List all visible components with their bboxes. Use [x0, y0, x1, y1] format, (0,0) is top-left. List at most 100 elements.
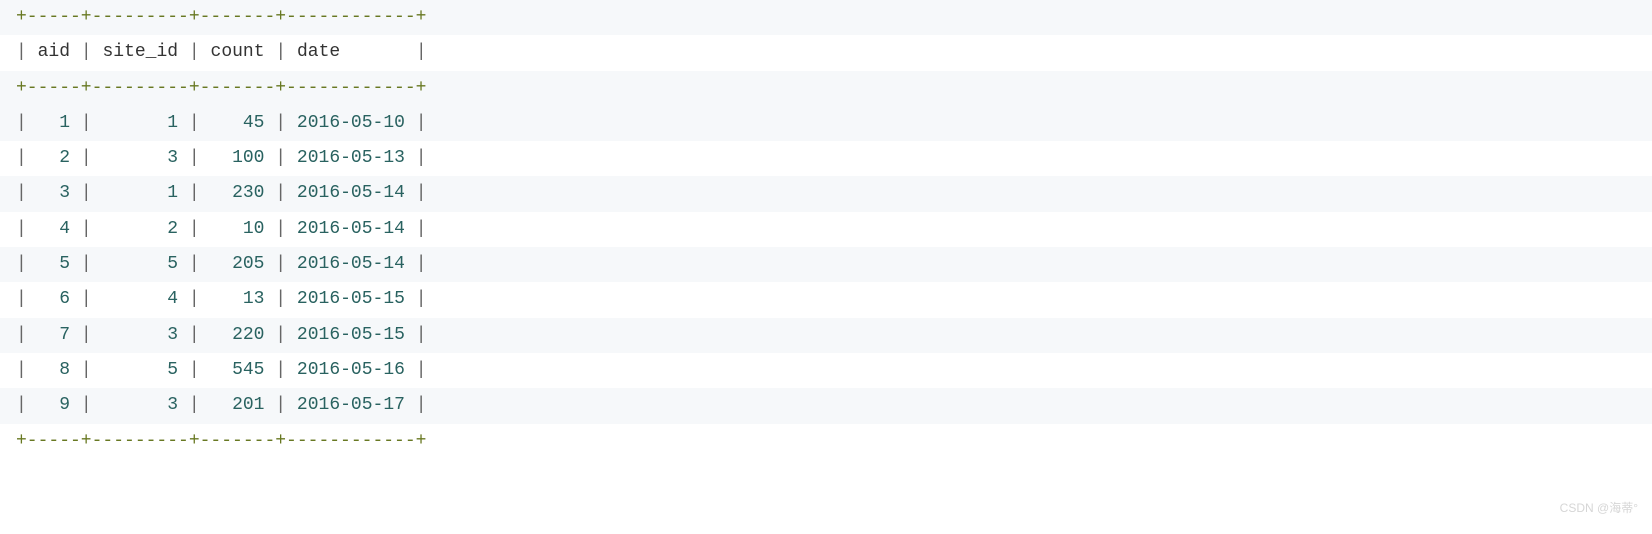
cell-count: 13 — [200, 289, 276, 309]
cell-site-id: 4 — [92, 289, 189, 309]
cell-aid: 8 — [27, 360, 81, 380]
pipe: | — [275, 289, 286, 309]
pipe: | — [275, 113, 286, 133]
cell-aid: 9 — [27, 395, 81, 415]
cell-aid: 2 — [27, 148, 81, 168]
cell-aid: 4 — [27, 219, 81, 239]
border-text: +-----+---------+-------+------------+ — [16, 431, 426, 451]
cell-count: 545 — [200, 360, 276, 380]
pipe: | — [189, 325, 200, 345]
pipe: | — [416, 113, 427, 133]
pipe: | — [81, 254, 92, 274]
table-row: | 5 | 5 | 205 | 2016-05-14 | — [0, 247, 1652, 282]
cell-site-id: 5 — [92, 360, 189, 380]
pipe: | — [189, 219, 200, 239]
cell-count: 201 — [200, 395, 276, 415]
pipe: | — [16, 183, 27, 203]
pipe: | — [16, 360, 27, 380]
pipe: | — [275, 254, 286, 274]
table-border-top: +-----+---------+-------+------------+ — [0, 0, 1652, 35]
pipe: | — [189, 360, 200, 380]
cell-date: 2016-05-14 — [286, 183, 416, 203]
header-count: count — [200, 42, 276, 62]
pipe: | — [275, 360, 286, 380]
pipe: | — [416, 42, 427, 62]
cell-count: 205 — [200, 254, 276, 274]
pipe: | — [16, 113, 27, 133]
cell-site-id: 1 — [92, 113, 189, 133]
cell-count: 45 — [200, 113, 276, 133]
pipe: | — [81, 360, 92, 380]
pipe: | — [81, 395, 92, 415]
pipe: | — [189, 395, 200, 415]
table-row: | 9 | 3 | 201 | 2016-05-17 | — [0, 388, 1652, 423]
cell-site-id: 1 — [92, 183, 189, 203]
table-row: | 6 | 4 | 13 | 2016-05-15 | — [0, 282, 1652, 317]
pipe: | — [189, 289, 200, 309]
cell-date: 2016-05-10 — [286, 113, 416, 133]
cell-count: 230 — [200, 183, 276, 203]
cell-aid: 5 — [27, 254, 81, 274]
cell-date: 2016-05-17 — [286, 395, 416, 415]
pipe: | — [275, 42, 286, 62]
border-text: +-----+---------+-------+------------+ — [16, 78, 426, 98]
pipe: | — [16, 219, 27, 239]
table-row: | 4 | 2 | 10 | 2016-05-14 | — [0, 212, 1652, 247]
pipe: | — [81, 42, 92, 62]
cell-date: 2016-05-15 — [286, 325, 416, 345]
cell-site-id: 3 — [92, 395, 189, 415]
pipe: | — [16, 289, 27, 309]
pipe: | — [81, 183, 92, 203]
pipe: | — [81, 325, 92, 345]
pipe: | — [81, 289, 92, 309]
cell-aid: 3 — [27, 183, 81, 203]
table-border-bottom: +-----+---------+-------+------------+ — [0, 424, 1652, 459]
watermark: CSDN @海蒂° — [1560, 491, 1638, 526]
cell-date: 2016-05-13 — [286, 148, 416, 168]
cell-count: 10 — [200, 219, 276, 239]
pipe: | — [189, 254, 200, 274]
pipe: | — [16, 325, 27, 345]
pipe: | — [416, 360, 427, 380]
pipe: | — [275, 325, 286, 345]
table-row: | 2 | 3 | 100 | 2016-05-13 | — [0, 141, 1652, 176]
sql-output-block: +-----+---------+-------+------------+ |… — [0, 0, 1652, 459]
pipe: | — [16, 148, 27, 168]
header-site-id: site_id — [92, 42, 189, 62]
pipe: | — [189, 148, 200, 168]
pipe: | — [275, 219, 286, 239]
header-aid: aid — [27, 42, 81, 62]
table-row: | 3 | 1 | 230 | 2016-05-14 | — [0, 176, 1652, 211]
pipe: | — [275, 148, 286, 168]
cell-date: 2016-05-14 — [286, 219, 416, 239]
cell-aid: 1 — [27, 113, 81, 133]
pipe: | — [16, 254, 27, 274]
pipe: | — [81, 113, 92, 133]
pipe: | — [81, 219, 92, 239]
cell-site-id: 2 — [92, 219, 189, 239]
pipe: | — [416, 289, 427, 309]
cell-aid: 6 — [27, 289, 81, 309]
pipe: | — [81, 148, 92, 168]
cell-date: 2016-05-15 — [286, 289, 416, 309]
pipe: | — [275, 395, 286, 415]
header-date: date — [286, 42, 416, 62]
cell-date: 2016-05-16 — [286, 360, 416, 380]
table-row: | 7 | 3 | 220 | 2016-05-15 | — [0, 318, 1652, 353]
cell-site-id: 3 — [92, 325, 189, 345]
pipe: | — [189, 113, 200, 133]
pipe: | — [416, 395, 427, 415]
pipe: | — [275, 183, 286, 203]
cell-date: 2016-05-14 — [286, 254, 416, 274]
table-header-row: | aid | site_id | count | date | — [0, 35, 1652, 70]
pipe: | — [189, 183, 200, 203]
table-row: | 1 | 1 | 45 | 2016-05-10 | — [0, 106, 1652, 141]
table-row: | 8 | 5 | 545 | 2016-05-16 | — [0, 353, 1652, 388]
cell-count: 220 — [200, 325, 276, 345]
pipe: | — [416, 254, 427, 274]
pipe: | — [416, 183, 427, 203]
pipe: | — [16, 42, 27, 62]
pipe: | — [16, 395, 27, 415]
cell-aid: 7 — [27, 325, 81, 345]
border-text: +-----+---------+-------+------------+ — [16, 7, 426, 27]
